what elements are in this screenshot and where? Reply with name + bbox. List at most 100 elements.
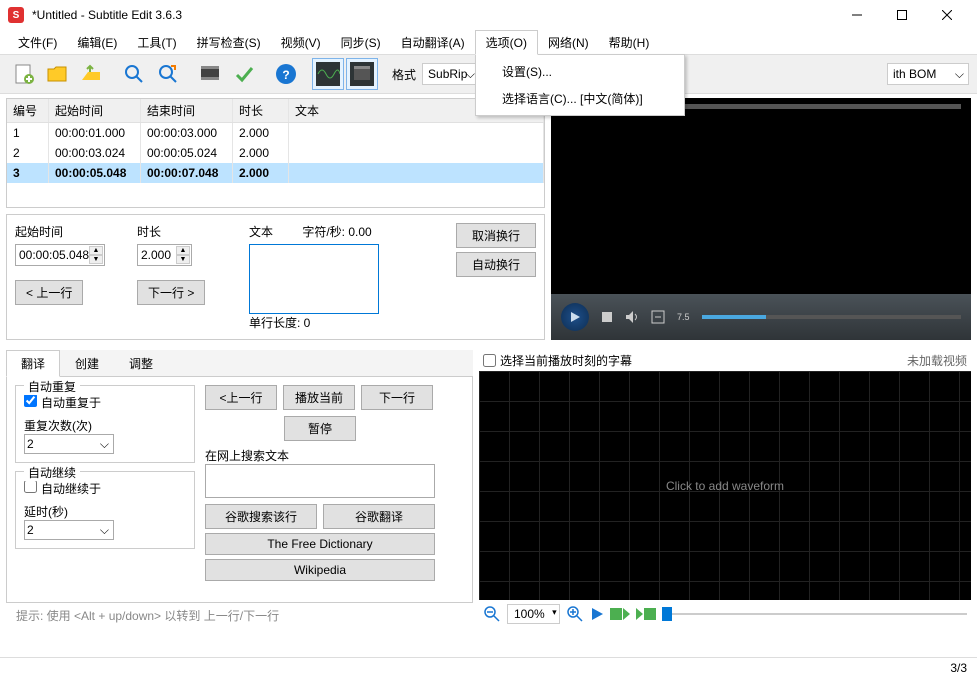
autobreak-button[interactable]: 自动换行	[456, 252, 536, 277]
video-progress[interactable]	[702, 315, 961, 319]
edit-panel: 起始时间 00:00:05.048▲▼ < 上一行 时长 2.000▲▼ 下一行…	[6, 214, 545, 340]
dropdown-settings[interactable]: 设置(S)...	[478, 58, 682, 85]
tab-translate[interactable]: 翻译	[6, 350, 60, 377]
waveform-placeholder: Click to add waveform	[666, 479, 784, 493]
prev-line-button[interactable]: < 上一行	[15, 280, 83, 305]
spin-down-icon[interactable]: ▼	[89, 255, 103, 264]
menu-video[interactable]: 视频(V)	[271, 31, 331, 54]
menu-spellcheck[interactable]: 拼写检查(S)	[187, 31, 271, 54]
auto-repeat-checkbox[interactable]: 自动重复于	[24, 396, 101, 410]
open-file-icon[interactable]	[42, 58, 74, 90]
format-label: 格式	[392, 66, 416, 83]
search-web-input[interactable]	[205, 464, 435, 498]
window-title: *Untitled - Subtitle Edit 3.6.3	[32, 8, 834, 22]
table-row[interactable]: 200:00:03.02400:00:05.0242.000	[7, 143, 544, 163]
new-file-icon[interactable]	[8, 58, 40, 90]
waveform-toggle-icon[interactable]	[312, 58, 344, 90]
tab-adjust[interactable]: 调整	[114, 350, 168, 376]
menu-tools[interactable]: 工具(T)	[127, 31, 186, 54]
close-button[interactable]	[924, 0, 969, 30]
table-row[interactable]: 100:00:01.00000:00:03.0002.000	[7, 123, 544, 143]
encoding-select[interactable]: ith BOM	[887, 63, 969, 85]
waveform-area[interactable]: Click to add waveform	[479, 371, 971, 600]
wikipedia-button[interactable]: Wikipedia	[205, 559, 435, 581]
volume-icon[interactable]	[625, 310, 639, 324]
zoom-out-icon[interactable]	[483, 605, 501, 623]
visual-sync-icon[interactable]	[194, 58, 226, 90]
menu-edit[interactable]: 编辑(E)	[67, 31, 127, 54]
table-cell: 00:00:05.048	[49, 163, 141, 183]
select-current-checkbox[interactable]	[483, 354, 496, 367]
start-time-input[interactable]: 00:00:05.048▲▼	[15, 244, 105, 266]
dropdown-language[interactable]: 选择语言(C)... [中文(简体)]	[478, 85, 682, 112]
play-icon[interactable]	[590, 607, 604, 621]
table-header: 编号 起始时间 结束时间 时长 文本	[7, 99, 544, 123]
options-dropdown: 设置(S)... 选择语言(C)... [中文(简体)]	[475, 54, 685, 116]
video-toggle-icon[interactable]	[346, 58, 378, 90]
th-end[interactable]: 结束时间	[141, 99, 233, 122]
save-file-icon[interactable]	[76, 58, 108, 90]
play-button[interactable]	[561, 303, 589, 331]
menu-sync[interactable]: 同步(S)	[331, 31, 391, 54]
auto-continue-checkbox[interactable]: 自动继续于	[24, 482, 101, 496]
next-line-button[interactable]: 下一行 >	[137, 280, 205, 305]
hint-text: 提示: 使用 <Alt + up/down> 以转到 上一行/下一行	[6, 603, 473, 628]
trans-prev-button[interactable]: <上一行	[205, 385, 277, 410]
table-cell: 00:00:01.000	[49, 123, 141, 143]
video-controls: 7.5	[551, 294, 971, 340]
delay-select[interactable]: 2	[24, 520, 114, 540]
th-start[interactable]: 起始时间	[49, 99, 141, 122]
duration-input[interactable]: 2.000▲▼	[137, 244, 192, 266]
goto-end-icon[interactable]	[636, 606, 656, 622]
auto-repeat-group: 自动重复 自动重复于 重复次数(次) 2	[15, 385, 195, 463]
table-cell: 00:00:03.024	[49, 143, 141, 163]
table-cell	[289, 123, 544, 143]
table-cell: 00:00:05.024	[141, 143, 233, 163]
help-icon[interactable]: ?	[270, 58, 302, 90]
auto-repeat-title: 自动重复	[24, 378, 80, 395]
google-search-button[interactable]: 谷歌搜索该行	[205, 504, 317, 529]
zoom-in-icon[interactable]	[566, 605, 584, 623]
spin-down-icon[interactable]: ▼	[176, 255, 190, 264]
spin-up-icon[interactable]: ▲	[89, 246, 103, 255]
google-translate-button[interactable]: 谷歌翻译	[323, 504, 435, 529]
video-player[interactable]: 7.5	[551, 98, 971, 340]
trans-next-button[interactable]: 下一行	[361, 385, 433, 410]
th-num[interactable]: 编号	[7, 99, 49, 122]
menu-options[interactable]: 选项(O)	[475, 30, 538, 55]
menu-network[interactable]: 网络(N)	[538, 31, 599, 54]
spin-up-icon[interactable]: ▲	[176, 246, 190, 255]
repeat-count-label: 重复次数(次)	[24, 419, 92, 433]
menu-autotranslate[interactable]: 自动翻译(A)	[391, 31, 475, 54]
tab-create[interactable]: 创建	[60, 350, 114, 376]
menu-help[interactable]: 帮助(H)	[599, 31, 660, 54]
text-label: 文本	[249, 223, 299, 240]
replace-icon[interactable]	[152, 58, 184, 90]
table-row[interactable]: 300:00:05.04800:00:07.0482.000	[7, 163, 544, 183]
maximize-button[interactable]	[879, 0, 924, 30]
start-time-label: 起始时间	[15, 223, 125, 240]
find-icon[interactable]	[118, 58, 150, 90]
zoom-select[interactable]: 100%	[507, 604, 560, 624]
table-cell: 2.000	[233, 123, 289, 143]
minimize-button[interactable]	[834, 0, 879, 30]
fullscreen-icon[interactable]	[651, 310, 665, 324]
stop-icon[interactable]	[601, 311, 613, 323]
waveform-position-slider[interactable]	[662, 604, 967, 624]
format-select[interactable]: SubRip	[422, 63, 480, 85]
play-current-button[interactable]: 播放当前	[283, 385, 355, 410]
th-dur[interactable]: 时长	[233, 99, 289, 122]
freedict-button[interactable]: The Free Dictionary	[205, 533, 435, 555]
goto-start-icon[interactable]	[610, 606, 630, 622]
table-cell	[289, 163, 544, 183]
table-cell: 3	[7, 163, 49, 183]
waveform-header: 选择当前播放时刻的字幕 未加载视频	[479, 350, 971, 371]
pause-button[interactable]: 暂停	[284, 416, 356, 441]
spellcheck-icon[interactable]	[228, 58, 260, 90]
unbreak-button[interactable]: 取消换行	[456, 223, 536, 248]
repeat-count-select[interactable]: 2	[24, 434, 114, 454]
subtitle-text-input[interactable]	[249, 244, 379, 314]
menu-file[interactable]: 文件(F)	[8, 31, 67, 54]
subtitle-table[interactable]: 编号 起始时间 结束时间 时长 文本 100:00:01.00000:00:03…	[6, 98, 545, 208]
delay-label: 延时(秒)	[24, 505, 68, 519]
